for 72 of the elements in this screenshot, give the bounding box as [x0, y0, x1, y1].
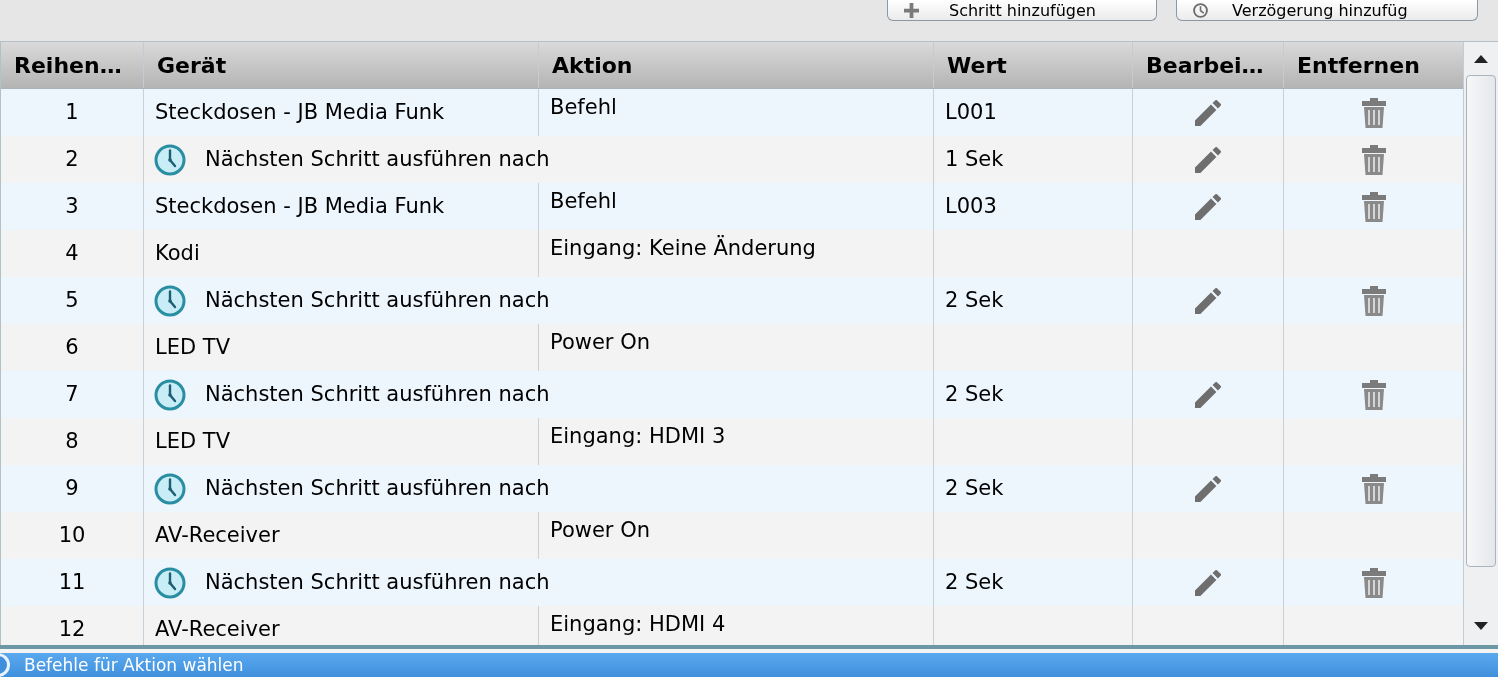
- device-name: LED TV: [155, 333, 230, 361]
- delay-text: Nächsten Schritt ausführen nach: [205, 286, 550, 314]
- pencil-icon[interactable]: [1195, 287, 1221, 314]
- trash-icon[interactable]: [1360, 379, 1387, 410]
- clock-icon: [154, 284, 186, 317]
- step-number: 3: [65, 192, 79, 220]
- delay-text: Nächsten Schritt ausführen nach: [205, 474, 550, 502]
- scrollbar-track[interactable]: [1463, 42, 1498, 645]
- value-text: 2 Sek: [945, 286, 1004, 314]
- add-delay-button[interactable]: Verzögerung hinzufüg: [1176, 0, 1478, 21]
- value-text: 2 Sek: [945, 568, 1004, 596]
- step-number: 4: [65, 239, 79, 267]
- device-name: Steckdosen - JB Media Funk: [155, 192, 445, 220]
- value-text: 1 Sek: [945, 145, 1004, 173]
- action-text: Befehl: [550, 188, 617, 215]
- action-text: Eingang: Keine Änderung: [550, 234, 816, 262]
- column-header[interactable]: Entfernen: [1297, 48, 1420, 82]
- clock-icon: [154, 143, 186, 176]
- panel-title: Befehle für Aktion wählen: [24, 655, 244, 675]
- scrollbar-thumb[interactable]: [1466, 75, 1496, 567]
- plus-icon: [904, 2, 919, 18]
- clock-icon: [154, 378, 186, 411]
- value-text: 2 Sek: [945, 474, 1004, 502]
- clock-icon: [154, 566, 186, 599]
- device-name: AV-Receiver: [155, 615, 280, 643]
- pencil-icon[interactable]: [1195, 475, 1221, 502]
- action-text: Power On: [550, 517, 650, 544]
- step-number: 6: [65, 333, 79, 361]
- pencil-icon[interactable]: [1195, 381, 1221, 408]
- value-text: L001: [945, 98, 997, 126]
- trash-icon[interactable]: [1360, 473, 1387, 504]
- step-number: 12: [58, 615, 86, 643]
- delay-text: Nächsten Schritt ausführen nach: [205, 568, 550, 596]
- device-name: LED TV: [155, 427, 230, 455]
- pencil-icon[interactable]: [1195, 193, 1221, 220]
- add-step-button[interactable]: Schritt hinzufügen: [887, 0, 1157, 21]
- action-text: Eingang: HDMI 4: [550, 611, 726, 638]
- delay-text: Nächsten Schritt ausführen nach: [205, 380, 550, 408]
- pencil-icon[interactable]: [1195, 146, 1221, 173]
- value-text: 2 Sek: [945, 380, 1004, 408]
- device-name: AV-Receiver: [155, 521, 280, 549]
- step-number: 2: [65, 145, 79, 173]
- action-text: Power On: [550, 329, 650, 356]
- step-number: 11: [58, 568, 86, 596]
- column-header[interactable]: Aktion: [552, 48, 633, 82]
- clock-icon: [154, 472, 186, 505]
- step-number: 9: [65, 474, 79, 502]
- column-header[interactable]: Gerät: [157, 48, 227, 82]
- device-name: Steckdosen - JB Media Funk: [155, 98, 445, 126]
- column-header[interactable]: Reihen…: [14, 48, 122, 82]
- pencil-icon[interactable]: [1195, 569, 1221, 596]
- step-number: 7: [65, 380, 79, 408]
- trash-icon[interactable]: [1360, 144, 1387, 175]
- action-text: Eingang: HDMI 3: [550, 423, 726, 450]
- pencil-icon[interactable]: [1195, 99, 1221, 126]
- caret-up-icon: [1474, 55, 1488, 63]
- trash-icon[interactable]: [1360, 97, 1387, 128]
- trash-icon[interactable]: [1360, 567, 1387, 598]
- step-number: 1: [65, 98, 79, 126]
- step-number: 5: [65, 286, 79, 314]
- device-name: Kodi: [155, 239, 200, 267]
- value-text: L003: [945, 192, 997, 220]
- clock-icon: [1193, 2, 1208, 18]
- trash-icon[interactable]: [1360, 191, 1387, 222]
- caret-down-icon: [1474, 622, 1488, 630]
- trash-icon[interactable]: [1360, 285, 1387, 316]
- delay-text: Nächsten Schritt ausführen nach: [205, 145, 550, 173]
- step-number: 8: [65, 427, 79, 455]
- action-text: Befehl: [550, 94, 617, 121]
- column-header[interactable]: Wert: [947, 48, 1007, 82]
- step-number: 10: [58, 521, 86, 549]
- column-header[interactable]: Bearbei…: [1146, 48, 1264, 82]
